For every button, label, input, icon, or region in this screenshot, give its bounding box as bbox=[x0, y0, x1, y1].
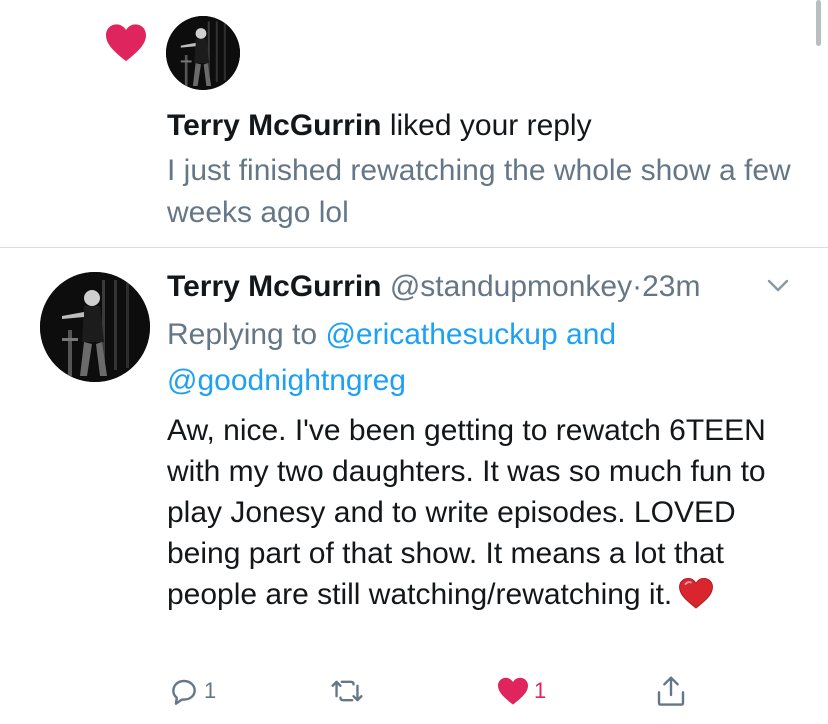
liker-avatar[interactable] bbox=[166, 16, 240, 90]
notification-text: Terry McGurrin liked your reply bbox=[167, 106, 592, 146]
tweet-timestamp[interactable]: 23m bbox=[642, 270, 700, 303]
tweet-header: Terry McGurrin @standupmonkey·23m bbox=[167, 266, 700, 308]
divider bbox=[0, 247, 828, 248]
red-heart-emoji-icon bbox=[678, 576, 714, 610]
replying-to: Replying to @ericathesuckup and @goodnig… bbox=[167, 312, 787, 404]
notification-action: liked your reply bbox=[389, 109, 592, 142]
share-button[interactable] bbox=[656, 674, 686, 708]
mention-link[interactable]: @ericathesuckup bbox=[325, 318, 557, 351]
scrollbar[interactable] bbox=[816, 0, 821, 46]
reply-icon bbox=[172, 679, 196, 705]
reply-count: 1 bbox=[204, 678, 217, 703]
tweet-body: Aw, nice. I've been getting to rewatch 6… bbox=[167, 410, 797, 615]
liker-name[interactable]: Terry McGurrin bbox=[167, 109, 382, 142]
retweet-icon bbox=[331, 680, 363, 702]
tweet-text: Aw, nice. I've been getting to rewatch 6… bbox=[167, 414, 766, 611]
like-button[interactable]: 1 bbox=[496, 674, 546, 708]
author-avatar[interactable] bbox=[40, 272, 150, 382]
caret-down-icon[interactable] bbox=[766, 278, 790, 294]
reply-button[interactable]: 1 bbox=[168, 674, 216, 708]
liked-heart-icon bbox=[104, 22, 148, 62]
separator-dot: · bbox=[632, 270, 643, 303]
mention-link[interactable]: @goodnightngreg bbox=[167, 364, 406, 397]
replying-conjunction: and bbox=[566, 318, 617, 351]
like-count: 1 bbox=[534, 678, 547, 703]
author-handle[interactable]: @standupmonkey bbox=[390, 270, 632, 303]
share-icon bbox=[657, 676, 685, 706]
like-icon bbox=[498, 677, 528, 705]
author-name[interactable]: Terry McGurrin bbox=[167, 270, 382, 303]
retweet-button[interactable] bbox=[330, 674, 368, 708]
replying-prefix: Replying to bbox=[167, 318, 318, 351]
quoted-reply-text[interactable]: I just finished rewatching the whole sho… bbox=[167, 150, 807, 234]
